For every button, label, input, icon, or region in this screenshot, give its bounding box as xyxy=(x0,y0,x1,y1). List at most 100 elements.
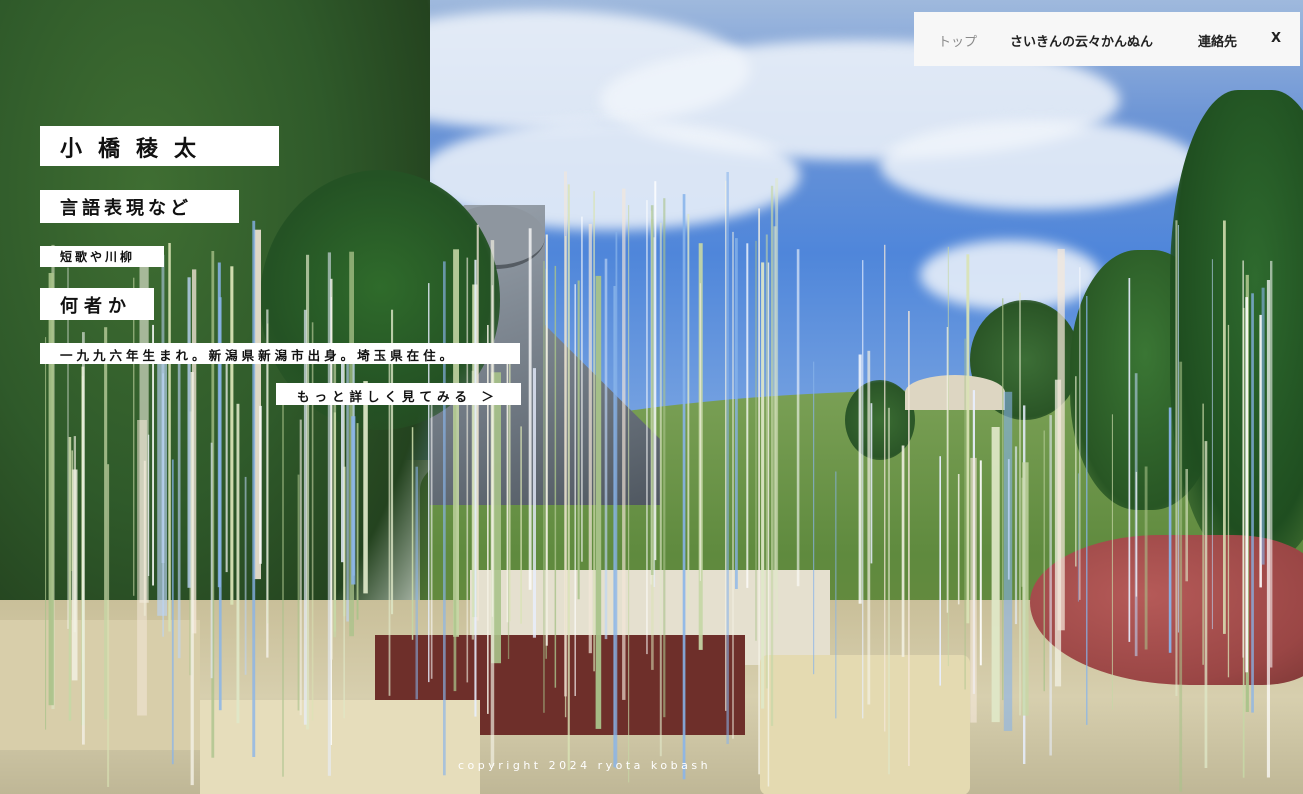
rain-streak xyxy=(356,423,359,620)
more-details-link[interactable]: もっと詳しく見てみる ＞ xyxy=(276,383,521,405)
rain-streak xyxy=(654,181,657,561)
rain-streak xyxy=(171,459,174,765)
rain-streak xyxy=(767,262,770,787)
rain-streak xyxy=(887,407,890,775)
rain-streak xyxy=(476,224,479,621)
rain-streak xyxy=(104,327,108,720)
rain-streak xyxy=(1043,430,1045,692)
rain-streak xyxy=(1079,267,1081,600)
rain-streak xyxy=(862,260,864,719)
rain-streak xyxy=(430,390,433,679)
rain-streak xyxy=(1077,473,1079,602)
rain-streak xyxy=(966,254,970,624)
nav-recent[interactable]: さいきんの云々かんぬん xyxy=(1010,31,1153,50)
rain-streak xyxy=(595,275,602,729)
rain-streak xyxy=(299,419,302,716)
rain-streak xyxy=(351,416,356,585)
rain-streak xyxy=(177,349,181,659)
rain-streak xyxy=(1259,314,1262,588)
rain-streak xyxy=(964,338,966,690)
rain-streak xyxy=(210,442,213,679)
rain-streak xyxy=(82,332,85,745)
rain-streak xyxy=(415,466,418,700)
rain-streak xyxy=(303,309,307,725)
rain-streak xyxy=(1227,324,1230,678)
rain-streak xyxy=(282,404,284,777)
rain-streak xyxy=(471,370,474,640)
rain-streak xyxy=(735,238,738,589)
rain-streak xyxy=(1266,280,1270,778)
rain-streak xyxy=(388,356,391,696)
section-heading-who: 何者か xyxy=(40,288,154,320)
rain-streak xyxy=(765,234,768,689)
rain-streak xyxy=(758,208,760,775)
rain-streak xyxy=(604,258,608,640)
rain-streak xyxy=(1049,415,1052,756)
section-heading-language: 言語表現など xyxy=(40,190,239,223)
rain-streak xyxy=(901,445,905,657)
rain-streak xyxy=(770,185,774,726)
rain-streak xyxy=(443,261,446,776)
rain-streak xyxy=(726,172,729,744)
rain-streak xyxy=(858,354,862,604)
rain-streak xyxy=(835,471,837,719)
page: トップ さいきんの云々かんぬん 連絡先 X 小橋稜太 言語表現など 短歌や川柳 … xyxy=(0,0,1303,794)
rain-streak xyxy=(1185,469,1188,582)
rain-streak xyxy=(217,262,221,588)
rain-streak xyxy=(162,373,164,637)
rain-streak xyxy=(732,231,734,739)
rain-streak xyxy=(1270,260,1273,668)
rain-streak xyxy=(1204,441,1208,768)
rain-streak xyxy=(581,216,583,562)
rain-streak xyxy=(574,284,576,696)
rain-streak xyxy=(725,180,727,711)
rain-streak xyxy=(699,283,701,581)
rain-streak xyxy=(1261,287,1265,565)
rain-streak xyxy=(554,265,557,688)
rain-streak-overlay xyxy=(45,171,1273,792)
rain-streak xyxy=(1007,459,1010,580)
rain-streak xyxy=(1179,361,1183,792)
rain-streak xyxy=(543,261,545,713)
rain-streak xyxy=(775,178,779,624)
rain-streak xyxy=(659,222,662,757)
rain-streak xyxy=(190,372,194,786)
rain-streak xyxy=(946,327,949,613)
rain-streak xyxy=(1175,220,1178,697)
rain-streak xyxy=(613,286,616,768)
rain-streak xyxy=(615,232,618,769)
nav-top[interactable]: トップ xyxy=(938,31,977,50)
rain-streak xyxy=(593,191,595,672)
rain-streak xyxy=(466,257,469,683)
rain-streak xyxy=(884,244,886,732)
rain-streak xyxy=(1211,259,1213,630)
rain-streak xyxy=(870,403,873,564)
rain-streak xyxy=(867,350,871,705)
section-subheading: 短歌や川柳 xyxy=(40,246,164,267)
rain-streak xyxy=(252,220,256,758)
rain-streak xyxy=(908,311,910,766)
rain-streak xyxy=(71,450,73,571)
rain-streak xyxy=(567,184,570,771)
rain-streak xyxy=(628,205,630,783)
nav-close-button[interactable]: X xyxy=(1271,31,1281,46)
rain-streak xyxy=(244,476,247,675)
rain-streak xyxy=(755,240,757,641)
rain-streak xyxy=(327,252,331,776)
rain-streak xyxy=(1057,248,1065,631)
rain-streak xyxy=(137,420,147,716)
top-nav: トップ さいきんの云々かんぬん 連絡先 X xyxy=(914,12,1300,66)
rain-streak xyxy=(687,214,690,609)
rain-streak xyxy=(168,243,171,632)
rain-streak xyxy=(230,266,234,605)
rain-streak xyxy=(1251,293,1254,713)
rain-streak xyxy=(796,249,800,587)
rain-streak xyxy=(1202,403,1204,665)
rain-streak xyxy=(1002,298,1004,701)
rain-streak xyxy=(267,323,269,624)
nav-contact[interactable]: 連絡先 xyxy=(1198,31,1237,50)
rain-streak xyxy=(48,273,54,706)
rain-streak xyxy=(107,464,110,787)
rain-streak xyxy=(236,403,240,724)
rain-streak xyxy=(1086,296,1088,725)
